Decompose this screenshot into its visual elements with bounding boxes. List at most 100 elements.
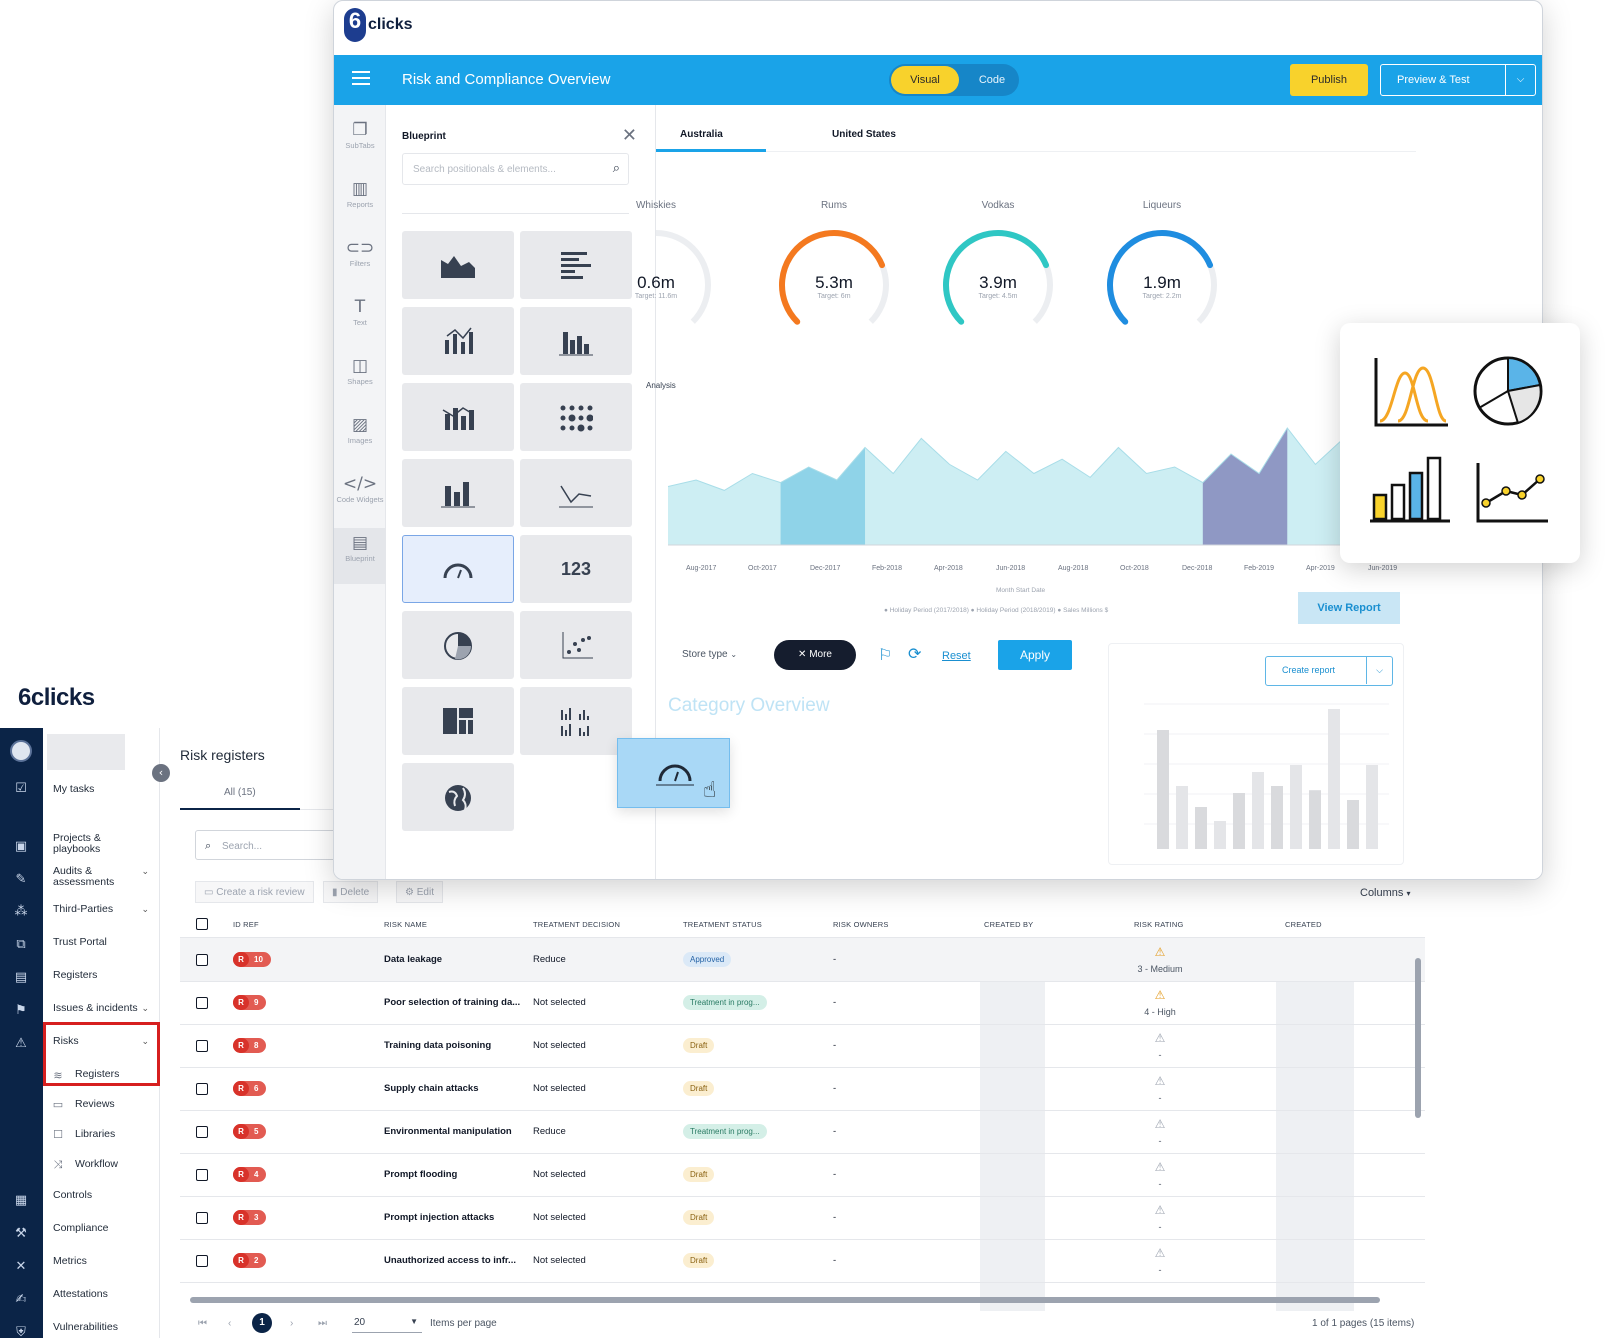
blueprint-tile-combo-chart[interactable] <box>402 307 514 375</box>
col-treatment-status[interactable]: TREATMENT STATUS <box>683 920 762 929</box>
risk-name[interactable]: Supply chain attacks <box>384 1083 479 1094</box>
metrics-icon[interactable]: ✕ <box>12 1258 30 1276</box>
tool-shapes[interactable]: ◫ Shapes <box>334 351 386 407</box>
id-ref-badge[interactable]: R2 <box>233 1253 267 1268</box>
nav-metrics[interactable]: Metrics <box>53 1256 149 1267</box>
tool-reports[interactable]: ▥ Reports <box>334 174 386 230</box>
table-row[interactable]: R 10 Data leakage Reduce Approved - ⚠ 3 - Mediu… <box>180 938 1425 982</box>
collapse-sidebar-button[interactable]: ‹ <box>152 764 170 782</box>
tool-code-widgets[interactable]: </> Code Widgets <box>334 469 386 525</box>
nav-audits-assessments[interactable]: Audits & assessments ⌄ <box>53 866 149 888</box>
nav-trust-portal[interactable]: Trust Portal <box>53 937 149 948</box>
blueprint-tile-line-chart[interactable] <box>520 459 632 527</box>
nav-vulnerabilities[interactable]: Vulnerabilities <box>53 1322 149 1333</box>
vertical-scrollbar[interactable] <box>1415 958 1421 1118</box>
more-filters-button[interactable]: ✕ More <box>774 640 856 670</box>
prev-page-icon[interactable]: ‹ <box>228 1318 231 1329</box>
table-row[interactable]: R 2 Unauthorized access to infr... Not sele… <box>180 1239 1425 1283</box>
blueprint-tile-bar-chart[interactable] <box>402 459 514 527</box>
row-checkbox[interactable] <box>196 954 208 966</box>
blueprint-tile-column-chart[interactable] <box>520 307 632 375</box>
next-page-icon[interactable]: › <box>290 1318 293 1329</box>
current-page[interactable]: 1 <box>252 1313 272 1333</box>
nav-risk-workflow[interactable]: Workflow <box>75 1158 118 1170</box>
shield-icon[interactable]: ⛨ <box>12 1324 30 1338</box>
publish-button[interactable]: Publish <box>1290 64 1368 96</box>
blueprint-tile-scatter-plot[interactable] <box>520 611 632 679</box>
col-risk-name[interactable]: RISK NAME <box>384 920 427 929</box>
page-size-select[interactable]: 20 ▼ <box>352 1313 422 1333</box>
blueprint-tile-small-multiples[interactable] <box>520 687 632 755</box>
briefcase-icon[interactable]: ▣ <box>12 838 30 856</box>
edit-icon[interactable]: ✎ <box>12 871 30 889</box>
row-checkbox[interactable] <box>196 1126 208 1138</box>
id-ref-badge[interactable]: R6 <box>233 1081 267 1096</box>
id-ref-badge[interactable]: R5 <box>233 1124 267 1139</box>
blueprint-search-input[interactable]: Search positionals & elements... ⌕ <box>402 153 629 185</box>
chevron-down-icon[interactable]: ⌵ <box>1505 65 1535 95</box>
row-checkbox[interactable] <box>196 1083 208 1095</box>
nav-compliance[interactable]: Compliance <box>53 1223 149 1234</box>
code-mode-button[interactable]: Code <box>969 66 1015 94</box>
menu-icon[interactable] <box>352 71 370 85</box>
nav-projects-playbooks[interactable]: Projects & playbooks <box>53 833 149 855</box>
network-icon[interactable]: ⁂ <box>12 903 30 921</box>
incident-icon[interactable]: ⚑ <box>12 1002 30 1020</box>
risk-name[interactable]: Environmental manipulation <box>384 1126 512 1137</box>
risk-warning-icon[interactable]: ⚠ <box>12 1035 30 1053</box>
tab-all[interactable]: All (15) <box>224 787 256 798</box>
visual-code-toggle[interactable]: Visual Code <box>889 64 1019 96</box>
row-checkbox[interactable] <box>196 1040 208 1052</box>
table-row[interactable]: R 8 Training data poisoning Not selected Dra… <box>180 1024 1425 1068</box>
nav-registers[interactable]: Registers <box>53 970 149 981</box>
risk-name[interactable]: Poor selection of training da... <box>384 997 520 1008</box>
col-risk-rating[interactable]: RISK RATING <box>1134 920 1184 929</box>
search-input[interactable]: ⌕ Search... <box>195 830 345 860</box>
row-checkbox[interactable] <box>196 997 208 1009</box>
risk-name[interactable]: Data leakage <box>384 954 442 965</box>
bookmark-icon[interactable]: ⚐ <box>878 645 892 664</box>
table-row[interactable]: R 4 Prompt flooding Not selected Draft - ⚠ - <box>180 1153 1425 1197</box>
id-ref-badge[interactable]: R8 <box>233 1038 267 1053</box>
attestations-icon[interactable]: ✍ <box>12 1291 30 1309</box>
blueprint-tile-dot-matrix[interactable] <box>520 383 632 451</box>
blueprint-tile-bar-line-chart[interactable] <box>402 383 514 451</box>
portal-icon[interactable]: ⧉ <box>12 936 30 954</box>
nav-my-tasks[interactable]: My tasks <box>53 784 149 795</box>
id-ref-badge[interactable]: R 10 <box>233 952 271 967</box>
id-ref-badge[interactable]: R3 <box>233 1210 267 1225</box>
nav-controls[interactable]: Controls <box>53 1190 149 1201</box>
nav-risk-libraries[interactable]: Libraries <box>75 1128 115 1140</box>
create-risk-review-button[interactable]: ▭ Create a risk review <box>195 881 314 903</box>
risk-name[interactable]: Prompt flooding <box>384 1169 457 1180</box>
view-report-button[interactable]: View Report <box>1298 592 1400 624</box>
horizontal-scrollbar[interactable] <box>190 1297 1380 1303</box>
col-created[interactable]: CREATED <box>1285 920 1322 929</box>
table-row[interactable]: R 6 Supply chain attacks Not selected Draft -… <box>180 1067 1425 1111</box>
preview-test-button[interactable]: Preview & Test ⌵ <box>1380 64 1536 96</box>
row-checkbox[interactable] <box>196 1255 208 1267</box>
select-all-checkbox[interactable] <box>196 918 208 930</box>
table-row[interactable]: R 3 Prompt injection attacks Not selected Dr… <box>180 1196 1425 1240</box>
columns-button[interactable]: Columns ▾ <box>1360 887 1410 899</box>
refresh-icon[interactable]: ⟳ <box>908 644 921 663</box>
register-icon[interactable]: ▤ <box>12 969 30 987</box>
table-row[interactable]: R 9 Poor selection of training da... Not se… <box>180 981 1425 1025</box>
table-row[interactable]: R 5 Environmental manipulation Reduce Treatm… <box>180 1110 1425 1154</box>
visual-mode-button[interactable]: Visual <box>891 66 959 94</box>
tool-filters[interactable]: ⊂⊃ Filters <box>334 233 386 289</box>
row-checkbox[interactable] <box>196 1169 208 1181</box>
tool-subtabs[interactable]: ❐ SubTabs <box>334 115 386 171</box>
nav-risk-reviews[interactable]: Reviews <box>75 1098 115 1110</box>
reset-link[interactable]: Reset <box>942 650 971 662</box>
apply-button[interactable]: Apply <box>998 640 1072 670</box>
risk-name[interactable]: Unauthorized access to infr... <box>384 1255 516 1266</box>
col-risk-owners[interactable]: RISK OWNERS <box>833 920 889 929</box>
blueprint-tile-area-chart[interactable] <box>402 231 514 299</box>
compliance-icon[interactable]: ⚒ <box>12 1225 30 1243</box>
blueprint-tile-treemap[interactable] <box>402 687 514 755</box>
last-page-icon[interactable]: ⏭ <box>318 1318 327 1329</box>
row-checkbox[interactable] <box>196 1212 208 1224</box>
tool-blueprint[interactable]: ▤ Blueprint <box>334 528 386 584</box>
blueprint-tile-number[interactable]: 123 <box>520 535 632 603</box>
